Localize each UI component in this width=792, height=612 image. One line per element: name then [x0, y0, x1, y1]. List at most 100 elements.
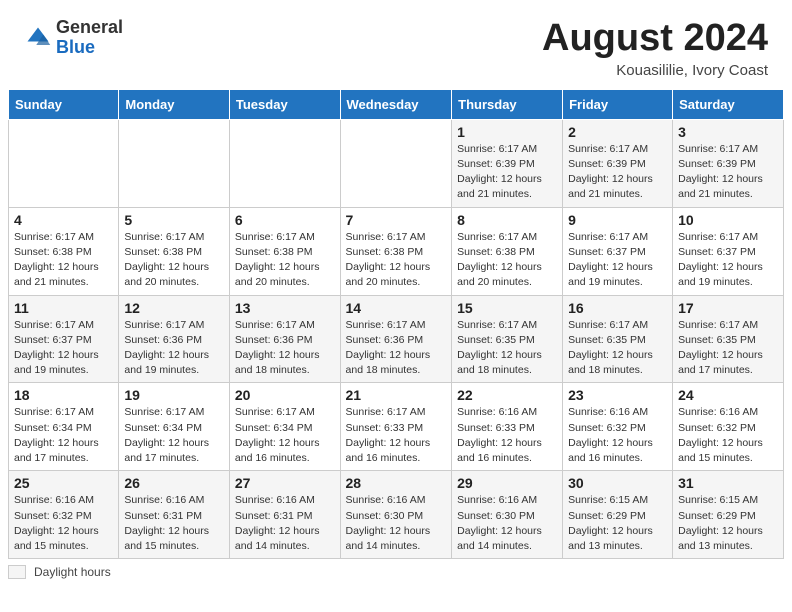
- calendar-week-row: 18 Sunrise: 6:17 AM Sunset: 6:34 PM Dayli…: [9, 383, 784, 471]
- day-info: Sunrise: 6:16 AM Sunset: 6:32 PM Dayligh…: [568, 405, 667, 466]
- calendar-cell: 13 Sunrise: 6:17 AM Sunset: 6:36 PM Dayli…: [229, 295, 340, 383]
- day-info: Sunrise: 6:17 AM Sunset: 6:38 PM Dayligh…: [457, 230, 557, 291]
- title-block: August 2024 Kouasililie, Ivory Coast: [542, 18, 768, 79]
- calendar-cell: 29 Sunrise: 6:16 AM Sunset: 6:30 PM Dayli…: [452, 471, 563, 559]
- legend-label: Daylight hours: [34, 565, 111, 579]
- day-number: 8: [457, 212, 557, 228]
- day-info: Sunrise: 6:16 AM Sunset: 6:33 PM Dayligh…: [457, 405, 557, 466]
- calendar-week-row: 25 Sunrise: 6:16 AM Sunset: 6:32 PM Dayli…: [9, 471, 784, 559]
- calendar-cell: 23 Sunrise: 6:16 AM Sunset: 6:32 PM Dayli…: [563, 383, 673, 471]
- calendar-cell: 16Sunrise: 6:17 AM Sunset: 6:35 PM Dayli…: [563, 295, 673, 383]
- calendar-day-header: Thursday: [452, 89, 563, 119]
- day-number: 23: [568, 387, 667, 403]
- day-info: Sunrise: 6:17 AM Sunset: 6:34 PM Dayligh…: [235, 405, 335, 466]
- day-number: 6: [235, 212, 335, 228]
- day-info: Sunrise: 6:17 AM Sunset: 6:35 PM Dayligh…: [678, 318, 778, 379]
- day-info: Sunrise: 6:16 AM Sunset: 6:32 PM Dayligh…: [14, 493, 113, 554]
- calendar-cell: 1Sunrise: 6:17 AM Sunset: 6:39 PM Daylig…: [452, 119, 563, 207]
- day-info: Sunrise: 6:16 AM Sunset: 6:30 PM Dayligh…: [457, 493, 557, 554]
- calendar-cell: 31 Sunrise: 6:15 AM Sunset: 6:29 PM Dayli…: [673, 471, 784, 559]
- calendar-cell: 19Sunrise: 6:17 AM Sunset: 6:34 PM Dayli…: [119, 383, 230, 471]
- day-number: 14: [346, 300, 447, 316]
- day-info: Sunrise: 6:17 AM Sunset: 6:35 PM Dayligh…: [457, 318, 557, 379]
- day-info: Sunrise: 6:17 AM Sunset: 6:36 PM Dayligh…: [124, 318, 224, 379]
- calendar-cell: 20Sunrise: 6:17 AM Sunset: 6:34 PM Dayli…: [229, 383, 340, 471]
- day-number: 13: [235, 300, 335, 316]
- calendar-cell: 15 Sunrise: 6:17 AM Sunset: 6:35 PM Dayli…: [452, 295, 563, 383]
- calendar-cell: [229, 119, 340, 207]
- day-info: Sunrise: 6:17 AM Sunset: 6:33 PM Dayligh…: [346, 405, 447, 466]
- calendar-day-header: Monday: [119, 89, 230, 119]
- day-info: Sunrise: 6:15 AM Sunset: 6:29 PM Dayligh…: [678, 493, 778, 554]
- day-info: Sunrise: 6:17 AM Sunset: 6:37 PM Dayligh…: [678, 230, 778, 291]
- day-number: 25: [14, 475, 113, 491]
- day-info: Sunrise: 6:17 AM Sunset: 6:34 PM Dayligh…: [124, 405, 224, 466]
- day-number: 30: [568, 475, 667, 491]
- calendar-day-header: Saturday: [673, 89, 784, 119]
- calendar-cell: [119, 119, 230, 207]
- calendar-cell: 14Sunrise: 6:17 AM Sunset: 6:36 PM Dayli…: [340, 295, 452, 383]
- day-number: 10: [678, 212, 778, 228]
- day-info: Sunrise: 6:16 AM Sunset: 6:31 PM Dayligh…: [235, 493, 335, 554]
- calendar-cell: 25 Sunrise: 6:16 AM Sunset: 6:32 PM Dayli…: [9, 471, 119, 559]
- calendar-day-header: Wednesday: [340, 89, 452, 119]
- day-info: Sunrise: 6:17 AM Sunset: 6:36 PM Dayligh…: [235, 318, 335, 379]
- day-number: 22: [457, 387, 557, 403]
- day-info: Sunrise: 6:17 AM Sunset: 6:39 PM Dayligh…: [678, 142, 778, 203]
- calendar-cell: 6 Sunrise: 6:17 AM Sunset: 6:38 PM Daylig…: [229, 207, 340, 295]
- day-info: Sunrise: 6:17 AM Sunset: 6:38 PM Dayligh…: [124, 230, 224, 291]
- calendar-day-header: Sunday: [9, 89, 119, 119]
- day-number: 29: [457, 475, 557, 491]
- calendar-cell: 10 Sunrise: 6:17 AM Sunset: 6:37 PM Dayli…: [673, 207, 784, 295]
- logo-general-text: General: [56, 17, 123, 37]
- day-info: Sunrise: 6:17 AM Sunset: 6:38 PM Dayligh…: [346, 230, 447, 291]
- calendar-cell: [9, 119, 119, 207]
- calendar-cell: 28 Sunrise: 6:16 AM Sunset: 6:30 PM Dayli…: [340, 471, 452, 559]
- calendar-cell: 22 Sunrise: 6:16 AM Sunset: 6:33 PM Dayli…: [452, 383, 563, 471]
- calendar-cell: 18 Sunrise: 6:17 AM Sunset: 6:34 PM Dayli…: [9, 383, 119, 471]
- day-number: 26: [124, 475, 224, 491]
- calendar-cell: 5 Sunrise: 6:17 AM Sunset: 6:38 PM Daylig…: [119, 207, 230, 295]
- legend-section: Daylight hours: [0, 559, 792, 583]
- day-info: Sunrise: 6:17 AM Sunset: 6:38 PM Dayligh…: [235, 230, 335, 291]
- day-info: Sunrise: 6:16 AM Sunset: 6:32 PM Dayligh…: [678, 405, 778, 466]
- calendar-cell: 7Sunrise: 6:17 AM Sunset: 6:38 PM Daylig…: [340, 207, 452, 295]
- calendar-week-row: 11Sunrise: 6:17 AM Sunset: 6:37 PM Dayli…: [9, 295, 784, 383]
- day-info: Sunrise: 6:17 AM Sunset: 6:35 PM Dayligh…: [568, 318, 667, 379]
- month-year-title: August 2024: [542, 18, 768, 60]
- day-number: 21: [346, 387, 447, 403]
- calendar-cell: 9 Sunrise: 6:17 AM Sunset: 6:37 PM Daylig…: [563, 207, 673, 295]
- calendar-cell: 30 Sunrise: 6:15 AM Sunset: 6:29 PM Dayli…: [563, 471, 673, 559]
- day-number: 18: [14, 387, 113, 403]
- day-number: 31: [678, 475, 778, 491]
- day-number: 27: [235, 475, 335, 491]
- day-number: 15: [457, 300, 557, 316]
- day-info: Sunrise: 6:17 AM Sunset: 6:39 PM Dayligh…: [457, 142, 557, 203]
- calendar-cell: 8 Sunrise: 6:17 AM Sunset: 6:38 PM Daylig…: [452, 207, 563, 295]
- calendar-cell: 17 Sunrise: 6:17 AM Sunset: 6:35 PM Dayli…: [673, 295, 784, 383]
- calendar-cell: 11Sunrise: 6:17 AM Sunset: 6:37 PM Dayli…: [9, 295, 119, 383]
- calendar-cell: 12Sunrise: 6:17 AM Sunset: 6:36 PM Dayli…: [119, 295, 230, 383]
- calendar-week-row: 1Sunrise: 6:17 AM Sunset: 6:39 PM Daylig…: [9, 119, 784, 207]
- day-number: 5: [124, 212, 224, 228]
- day-info: Sunrise: 6:16 AM Sunset: 6:31 PM Dayligh…: [124, 493, 224, 554]
- day-number: 9: [568, 212, 667, 228]
- calendar-day-header: Tuesday: [229, 89, 340, 119]
- calendar-cell: 26 Sunrise: 6:16 AM Sunset: 6:31 PM Dayli…: [119, 471, 230, 559]
- logo-icon: [24, 24, 52, 52]
- day-info: Sunrise: 6:17 AM Sunset: 6:39 PM Dayligh…: [568, 142, 667, 203]
- day-number: 24: [678, 387, 778, 403]
- day-number: 4: [14, 212, 113, 228]
- day-info: Sunrise: 6:17 AM Sunset: 6:34 PM Dayligh…: [14, 405, 113, 466]
- day-info: Sunrise: 6:15 AM Sunset: 6:29 PM Dayligh…: [568, 493, 667, 554]
- logo-blue-text: Blue: [56, 37, 95, 57]
- day-info: Sunrise: 6:17 AM Sunset: 6:38 PM Dayligh…: [14, 230, 113, 291]
- day-info: Sunrise: 6:17 AM Sunset: 6:37 PM Dayligh…: [568, 230, 667, 291]
- calendar-cell: [340, 119, 452, 207]
- day-number: 17: [678, 300, 778, 316]
- calendar-cell: 27 Sunrise: 6:16 AM Sunset: 6:31 PM Dayli…: [229, 471, 340, 559]
- day-info: Sunrise: 6:16 AM Sunset: 6:30 PM Dayligh…: [346, 493, 447, 554]
- calendar-cell: 3Sunrise: 6:17 AM Sunset: 6:39 PM Daylig…: [673, 119, 784, 207]
- calendar-cell: 4 Sunrise: 6:17 AM Sunset: 6:38 PM Daylig…: [9, 207, 119, 295]
- day-number: 28: [346, 475, 447, 491]
